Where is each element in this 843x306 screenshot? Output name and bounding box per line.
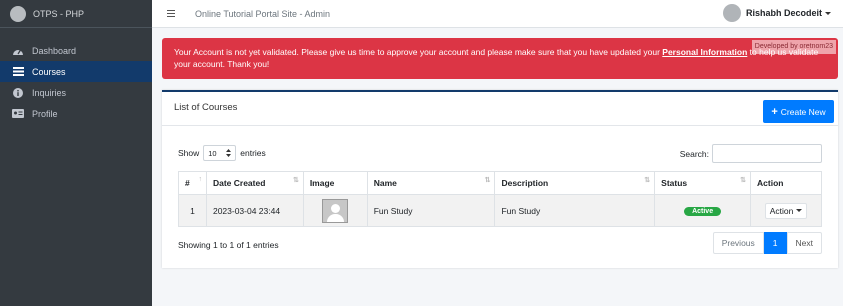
- show-label: Show: [178, 148, 200, 158]
- table-row: 1 2023-03-04 23:44 Fun Study Fun Study A…: [178, 194, 822, 227]
- cell-name: Fun Study: [366, 194, 496, 227]
- cell-action: Action: [750, 194, 822, 227]
- sort-icon: ⇅: [644, 177, 651, 184]
- cell-status: Active: [654, 194, 752, 227]
- entries-label: entries: [240, 148, 266, 158]
- sidebar-item-label: Inquiries: [32, 87, 67, 98]
- column-header-description[interactable]: Description ⇅: [494, 171, 656, 195]
- status-badge: Active: [684, 207, 722, 216]
- course-thumbnail: [322, 198, 349, 223]
- page-1-button[interactable]: 1: [763, 232, 787, 254]
- column-header-action: Action: [750, 171, 822, 195]
- courses-table: # ↑ Date Created ⇅ Image Name ⇅ Description…: [178, 171, 822, 227]
- previous-page-button[interactable]: Previous: [712, 232, 764, 254]
- column-header-date-created[interactable]: Date Created ⇅: [205, 171, 304, 195]
- action-dropdown-button[interactable]: Action: [764, 202, 808, 219]
- sidebar-item-courses[interactable]: Courses: [0, 61, 152, 82]
- sort-updown-icon: [226, 149, 232, 157]
- card-title: List of Courses: [174, 102, 238, 113]
- sidebar-nav: Dashboard Courses Inquiries Profile: [0, 40, 152, 124]
- entries-value: 10: [208, 148, 217, 158]
- plus-icon: +: [771, 105, 778, 118]
- divider: [162, 125, 838, 126]
- sidebar-item-profile[interactable]: Profile: [0, 103, 152, 124]
- entries-length: Show 10 entries: [178, 145, 266, 161]
- id-card-icon: [12, 109, 24, 119]
- alert-text-before: Your Account is not yet validated. Pleas…: [174, 47, 663, 57]
- column-header-index[interactable]: # ↑: [178, 171, 207, 195]
- action-label: Action: [769, 205, 794, 216]
- dashboard-icon: [12, 46, 24, 56]
- pagination: Previous 1 Next: [712, 232, 822, 254]
- brand-text: OTPS - PHP: [33, 8, 85, 19]
- user-menu[interactable]: Rishabh Decodeit: [722, 4, 831, 22]
- search-label: Search:: [679, 148, 709, 159]
- entries-select[interactable]: 10: [203, 145, 237, 161]
- sidebar-item-label: Courses: [32, 66, 66, 77]
- search-input[interactable]: [712, 144, 822, 163]
- cell-description: Fun Study: [494, 194, 656, 227]
- site-title: Online Tutorial Portal Site - Admin: [195, 8, 331, 19]
- topbar: Online Tutorial Portal Site - Admin Rish…: [152, 0, 843, 28]
- column-header-image: Image: [302, 171, 368, 195]
- brand[interactable]: OTPS - PHP: [0, 0, 152, 28]
- sidebar-item-label: Profile: [32, 108, 58, 119]
- courses-card: List of Courses + Create New Show 10 ent…: [162, 90, 838, 268]
- info-icon: [12, 87, 24, 98]
- sidebar: OTPS - PHP Dashboard Courses Inquiries P…: [0, 0, 152, 306]
- table-search: Search:: [680, 144, 822, 163]
- personal-information-link[interactable]: Personal Information: [662, 47, 747, 57]
- sort-icon: ⇅: [740, 177, 747, 184]
- user-name: Rishabh Decodeit: [745, 8, 822, 18]
- create-new-label: Create New: [780, 106, 826, 117]
- menu-toggle-icon[interactable]: [167, 10, 175, 17]
- column-header-status[interactable]: Status ⇅: [654, 171, 752, 195]
- sort-icon: ⇅: [484, 177, 491, 184]
- sidebar-item-dashboard[interactable]: Dashboard: [0, 40, 152, 61]
- table-header-row: # ↑ Date Created ⇅ Image Name ⇅ Description…: [178, 171, 822, 195]
- cell-date-created: 2023-03-04 23:44: [205, 194, 304, 227]
- chevron-down-icon: [796, 209, 803, 212]
- cell-image: [302, 194, 368, 227]
- sort-icon: ↑: [198, 176, 202, 183]
- chevron-down-icon: [825, 11, 831, 15]
- next-page-button[interactable]: Next: [786, 232, 822, 254]
- sidebar-item-inquiries[interactable]: Inquiries: [0, 82, 152, 103]
- column-header-name[interactable]: Name ⇅: [366, 171, 496, 195]
- brand-logo: [10, 5, 26, 22]
- validation-alert: Your Account is not yet validated. Pleas…: [162, 38, 838, 79]
- list-icon: [12, 67, 24, 77]
- avatar: [722, 4, 741, 22]
- watermark: Developed by oretnom23: [751, 40, 836, 54]
- sidebar-item-label: Dashboard: [32, 45, 77, 56]
- create-new-button[interactable]: + Create New: [763, 100, 834, 123]
- table-info: Showing 1 to 1 of 1 entries: [178, 240, 279, 250]
- sort-icon: ⇅: [292, 177, 299, 184]
- cell-index: 1: [178, 194, 207, 227]
